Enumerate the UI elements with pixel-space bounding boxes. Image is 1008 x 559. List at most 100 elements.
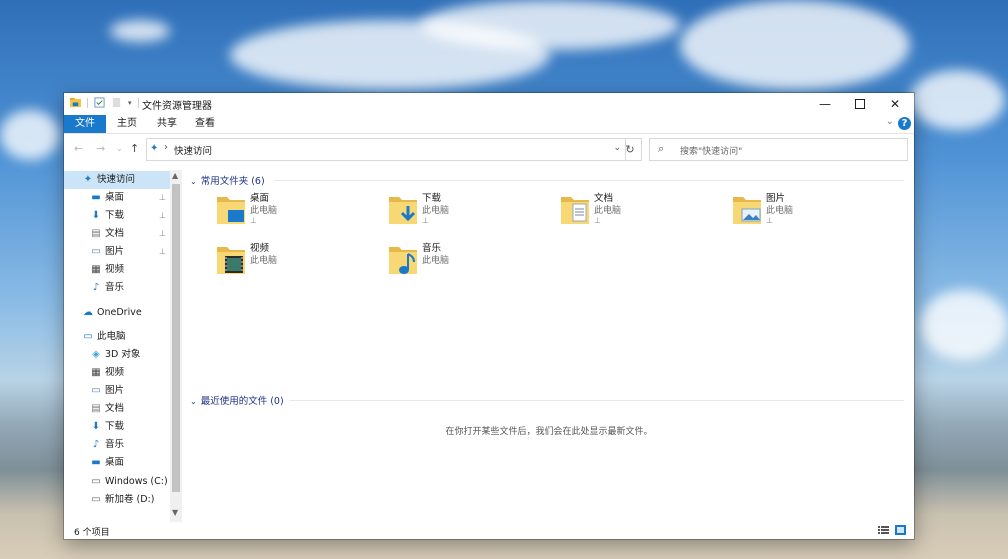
forward-arrow-icon[interactable]: → <box>96 142 105 155</box>
sidebar-item[interactable]: ▭ Windows (C:) <box>90 473 168 491</box>
tab-file[interactable]: 文件 <box>64 115 106 133</box>
pin-icon[interactable]: ⊥ <box>766 216 773 225</box>
folder-tile[interactable]: 音乐 此电脑 <box>388 240 548 284</box>
search-placeholder: 搜索"快速访问" <box>680 147 743 157</box>
sidebar-item-label: 下载 <box>105 210 125 221</box>
recent-locations-chevron-icon[interactable]: ⌄ <box>116 144 123 153</box>
picture-folder-icon <box>733 197 761 224</box>
customize-toolbar-chevron-icon[interactable]: ▾ <box>128 99 132 107</box>
new-folder-icon[interactable] <box>111 97 122 108</box>
scroll-up-icon[interactable]: ▲ <box>172 171 178 180</box>
drive-icon: ▭ <box>91 476 101 487</box>
divider <box>289 400 904 401</box>
refresh-button[interactable]: ↻ <box>619 138 642 161</box>
pin-icon[interactable]: ⊥ <box>594 216 601 225</box>
address-bar[interactable]: ✦ › 快速访问 ⌄ <box>146 138 626 161</box>
sidebar-item[interactable]: ⬇ 下载 <box>90 418 124 436</box>
close-button[interactable]: ✕ <box>878 93 912 115</box>
star-pin-icon: ✦ <box>83 174 93 185</box>
sidebar-item[interactable]: ▬ 桌面 <box>90 454 124 472</box>
drive-icon: ▭ <box>91 494 101 505</box>
sidebar-item-label: OneDrive <box>97 307 142 318</box>
recent-files-header[interactable]: ⌄ 最近使用的文件 (0) <box>190 393 284 407</box>
sidebar-item[interactable]: ▭ 图片 <box>90 382 124 400</box>
sidebar-item[interactable]: ▭ 此电脑 <box>82 328 125 346</box>
picture-icon: ▭ <box>91 246 101 257</box>
back-arrow-icon[interactable]: ← <box>74 142 83 155</box>
folder-name: 图片 <box>766 193 786 204</box>
file-explorer-window: ▾ 文件资源管理器 — ✕ 文件 主页 共享 查看 ⌄ ? ← → ⌄ ↑ ✦ … <box>64 93 914 539</box>
title-bar: ▾ 文件资源管理器 — ✕ <box>64 93 914 115</box>
cube-icon: ◈ <box>92 349 100 360</box>
pin-icon[interactable]: ⊥ <box>422 216 429 225</box>
maximize-button[interactable] <box>843 93 877 115</box>
sidebar-item-label: 图片 <box>105 246 125 257</box>
sidebar-item-label: 图片 <box>105 385 125 396</box>
desktop-icon: ▬ <box>91 457 101 468</box>
frequent-folders-header[interactable]: ⌄ 常用文件夹 (6) <box>190 173 265 187</box>
sidebar-item-label: 新加卷 (D:) <box>105 494 155 505</box>
explorer-folder-icon <box>70 97 81 108</box>
navigation-pane-scrollbar[interactable]: ▲ ▼ <box>170 170 182 522</box>
collapse-chevron-icon[interactable]: ⌄ <box>190 397 197 406</box>
tab-home[interactable]: 主页 <box>106 115 148 133</box>
folder-tile[interactable]: 桌面 此电脑 ⊥ <box>216 190 376 234</box>
pin-icon[interactable]: ⊥ <box>159 211 166 220</box>
sidebar-item[interactable]: ♪ 音乐 <box>90 436 124 454</box>
sidebar-item[interactable]: ▤ 文档 <box>90 225 124 243</box>
breadcrumb[interactable]: 快速访问 <box>174 143 212 157</box>
item-count: 6 个项目 <box>74 528 110 538</box>
up-arrow-icon[interactable]: ↑ <box>130 142 139 155</box>
maximize-icon <box>855 99 865 109</box>
quick-access-star-icon: ✦ <box>150 143 159 154</box>
sidebar-item[interactable]: ▭ 新加卷 (D:) <box>90 491 154 509</box>
sidebar-item-label: 3D 对象 <box>105 349 141 360</box>
tab-share[interactable]: 共享 <box>146 115 188 133</box>
large-icons-view-icon[interactable] <box>895 525 906 535</box>
tab-view[interactable]: 查看 <box>184 115 226 133</box>
details-view-icon[interactable] <box>878 525 889 535</box>
video-icon: ▦ <box>91 264 101 275</box>
folder-location: 此电脑 <box>766 206 794 216</box>
sidebar-item-label: Windows (C:) <box>105 476 168 487</box>
pin-icon[interactable]: ⊥ <box>159 229 166 238</box>
breadcrumb-chevron-icon[interactable]: › <box>164 142 168 153</box>
sidebar-item[interactable]: ☁ OneDrive <box>82 304 142 322</box>
sidebar-item-label: 文档 <box>105 228 125 239</box>
refresh-icon: ↻ <box>625 143 635 156</box>
computer-icon: ▭ <box>83 331 93 342</box>
folder-tile[interactable]: 图片此电脑 ⊥ <box>732 190 892 234</box>
sidebar-item[interactable]: ▦ 视频 <box>90 261 124 279</box>
sidebar-item[interactable]: ▬ 桌面 <box>90 189 124 207</box>
scrollbar-thumb[interactable] <box>172 184 180 492</box>
search-input[interactable]: ⌕ 搜索"快速访问" <box>649 138 908 161</box>
sidebar-item[interactable]: ◈ 3D 对象 <box>90 346 140 364</box>
sidebar-item[interactable]: ▤ 文档 <box>90 400 124 418</box>
pin-icon[interactable]: ⊥ <box>159 247 166 256</box>
sidebar-item[interactable]: ⬇ 下载 <box>90 207 124 225</box>
picture-icon: ▭ <box>91 385 101 396</box>
minimize-button[interactable]: — <box>808 93 842 115</box>
document-folder-icon <box>561 197 589 224</box>
desktop-icon: ▬ <box>91 192 101 203</box>
music-icon: ♪ <box>92 439 100 450</box>
sidebar-item[interactable]: ♪ 音乐 <box>90 279 124 297</box>
navigation-pane: ✦ 快速访问 ▬ 桌面 ⊥ ⬇ 下载 ⊥ ▤ 文档 ⊥ ▭ 图片 ⊥ ▦ 视频 ♪ 音乐 ☁ OneDrive ▭ 此电脑… <box>64 170 182 522</box>
sidebar-item-label: 音乐 <box>105 282 125 293</box>
sidebar-item[interactable]: ▭ 图片 <box>90 243 124 261</box>
sidebar-item[interactable]: ✦ 快速访问 <box>64 171 170 189</box>
collapse-chevron-icon[interactable]: ⌄ <box>190 177 197 186</box>
folder-location: 此电脑 <box>250 256 278 266</box>
folder-tile[interactable]: 文档 此电脑 ⊥ <box>560 190 720 234</box>
folder-tile[interactable]: 下载 此电脑 ⊥ <box>388 190 548 234</box>
properties-icon[interactable] <box>94 97 105 108</box>
sidebar-item[interactable]: ▦ 视频 <box>90 364 124 382</box>
expand-ribbon-chevron-icon[interactable]: ⌄ <box>886 116 894 127</box>
pin-icon[interactable]: ⊥ <box>159 193 166 202</box>
help-button[interactable]: ? <box>898 117 911 130</box>
folder-tile[interactable]: 视频 此电脑 <box>216 240 376 284</box>
cloud-icon: ☁ <box>83 307 93 318</box>
navigation-bar: ← → ⌄ ↑ ✦ › 快速访问 ⌄ ↻ ⌕ 搜索"快速访问" <box>64 134 914 164</box>
pin-icon[interactable]: ⊥ <box>250 216 257 225</box>
scroll-down-icon[interactable]: ▼ <box>172 508 178 517</box>
